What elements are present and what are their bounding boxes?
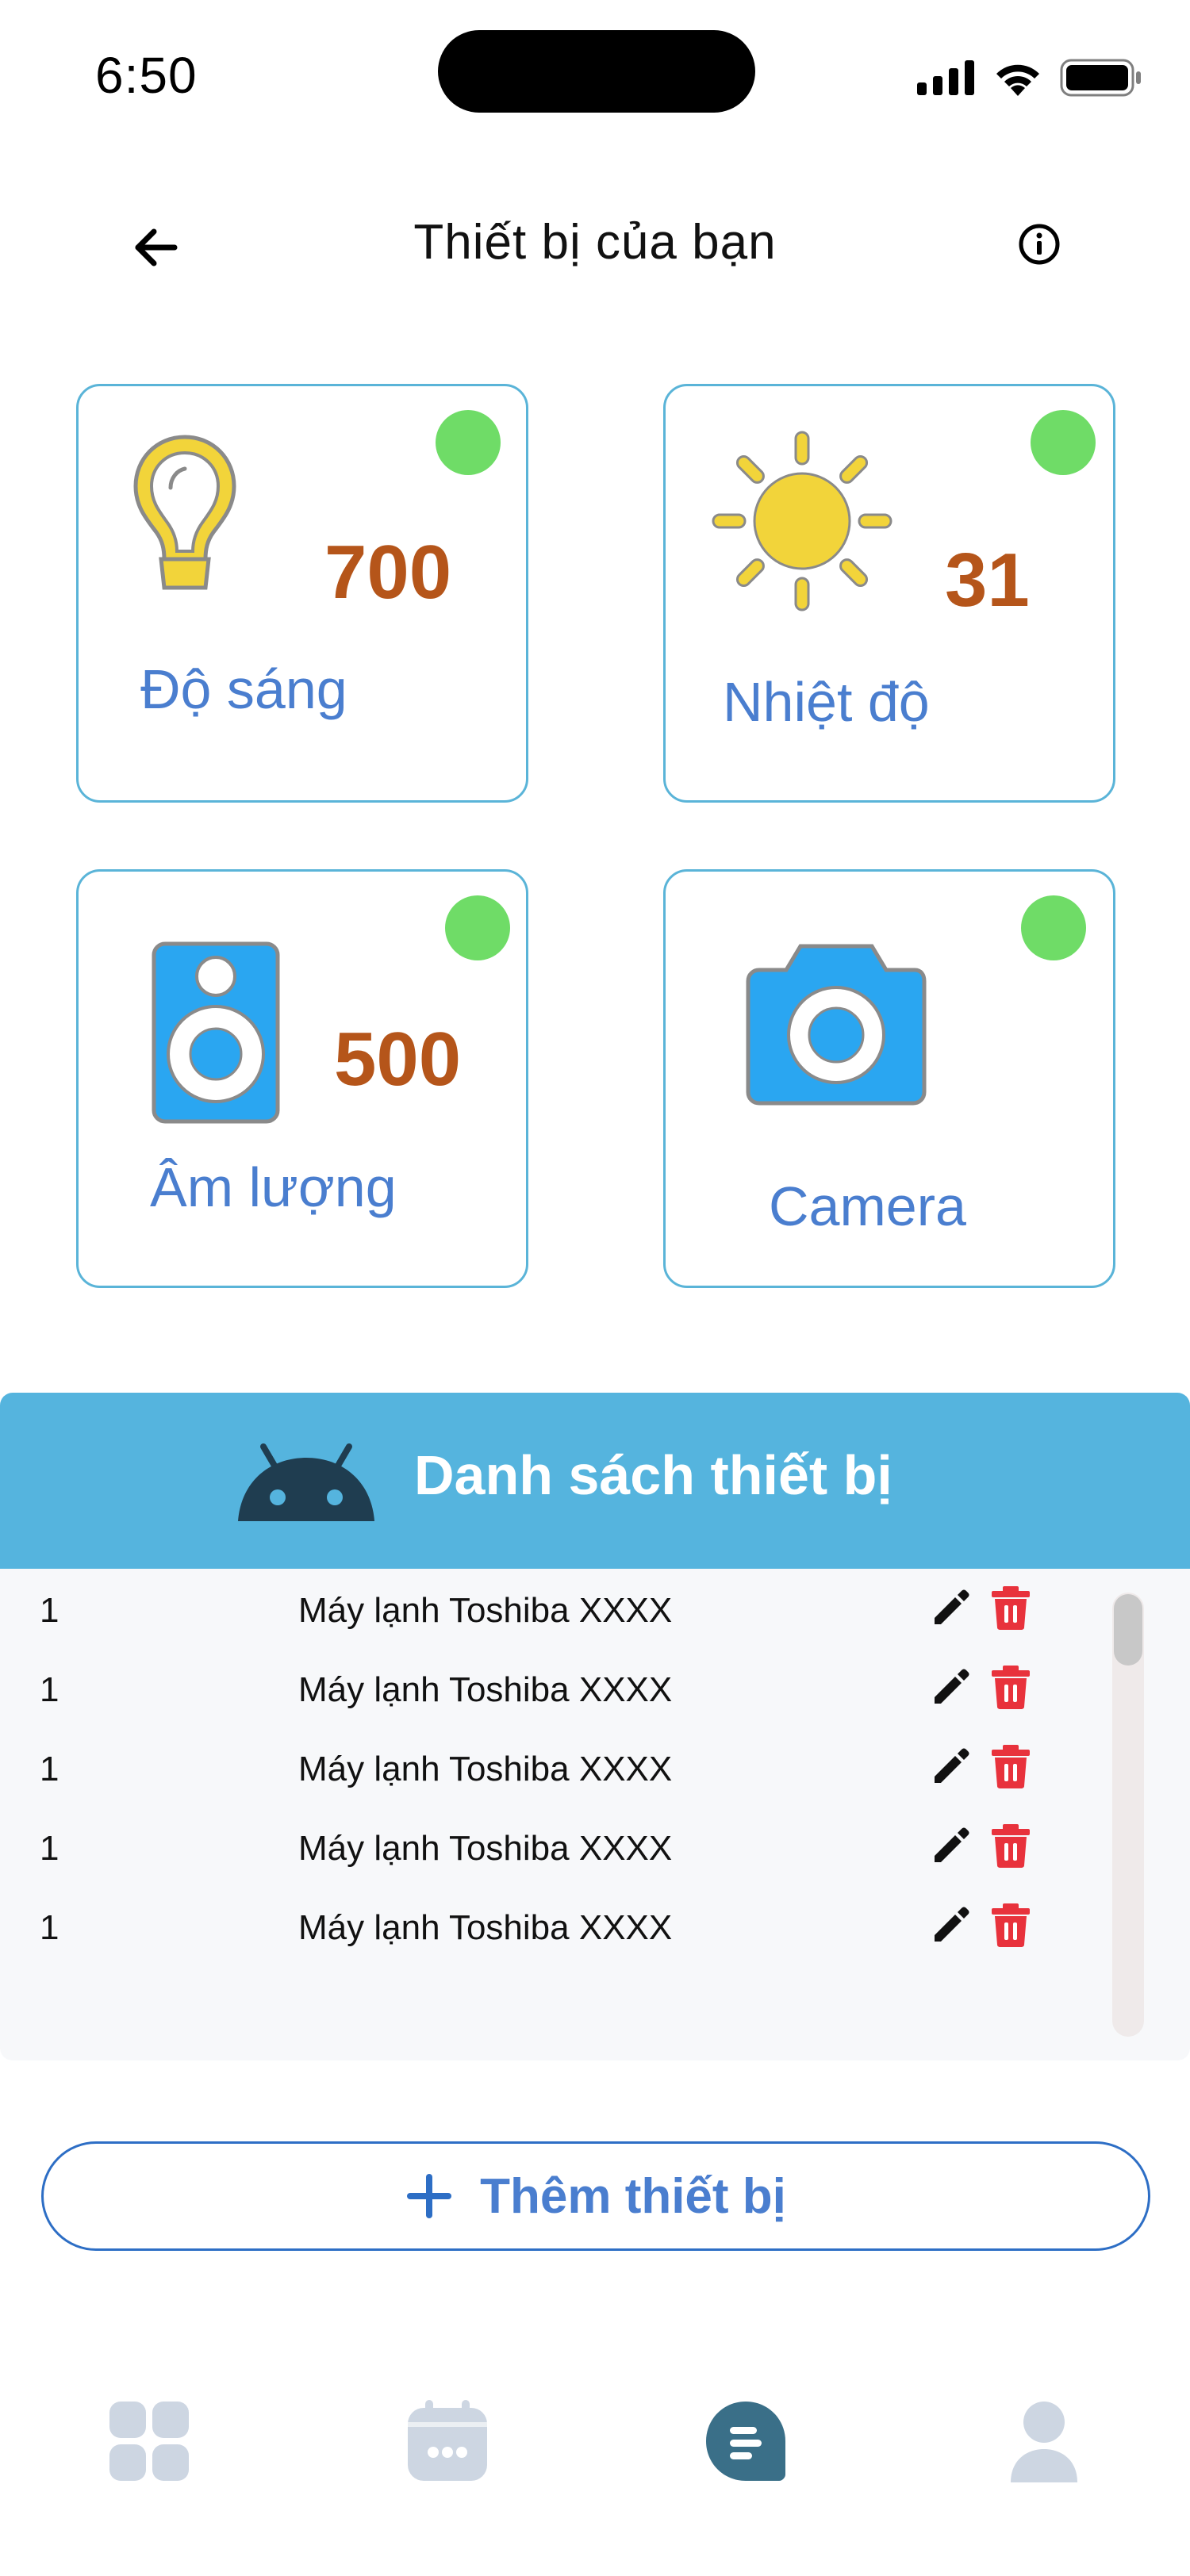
calendar-icon: [408, 2400, 487, 2481]
device-list: 1 Máy lạnh Toshiba XXXX 1 Máy lạnh Toshi…: [0, 1569, 1190, 2060]
row-device-name: Máy lạnh Toshiba XXXX: [298, 1670, 673, 1709]
device-label: Camera: [769, 1175, 966, 1237]
sun-icon: [712, 431, 892, 611]
device-label: Độ sáng: [140, 658, 347, 720]
battery-icon: [1060, 59, 1141, 97]
device-card-volume[interactable]: 500 Âm lượng: [76, 869, 528, 1288]
row-number: 1: [40, 1591, 60, 1630]
info-icon: [1019, 224, 1060, 265]
scrollbar-thumb[interactable]: [1114, 1594, 1142, 1666]
add-device-button[interactable]: Thêm thiết bị: [41, 2141, 1150, 2251]
device-value: 700: [324, 530, 452, 615]
status-dot: [1031, 410, 1096, 475]
pencil-icon[interactable]: [928, 1824, 973, 1869]
row-number: 1: [40, 1908, 60, 1947]
device-list-header: Danh sách thiết bị: [0, 1393, 1190, 1569]
table-row: 1 Máy lạnh Toshiba XXXX: [0, 1569, 1190, 1648]
device-card-camera[interactable]: Camera: [663, 869, 1115, 1288]
status-dot: [1021, 895, 1086, 960]
chat-icon: [706, 2402, 785, 2481]
plus-icon: [407, 2174, 452, 2218]
pencil-icon[interactable]: [928, 1666, 973, 1710]
table-row: 1 Máy lạnh Toshiba XXXX: [0, 1648, 1190, 1727]
device-label: Nhiệt độ: [723, 671, 930, 733]
camera-icon: [746, 944, 927, 1106]
device-card-brightness[interactable]: 700 Độ sáng: [76, 384, 528, 803]
page-title: Thiết bị của bạn: [413, 215, 777, 270]
lightbulb-icon: [133, 435, 236, 590]
row-number: 1: [40, 1750, 60, 1788]
wifi-icon: [996, 64, 1039, 96]
android-icon: [238, 1443, 374, 1521]
user-icon: [1011, 2402, 1077, 2482]
speaker-icon: [152, 941, 280, 1124]
device-list-title: Danh sách thiết bị: [414, 1444, 892, 1506]
add-device-label: Thêm thiết bị: [480, 2168, 786, 2224]
pencil-icon[interactable]: [928, 1745, 973, 1789]
trash-icon[interactable]: [988, 1902, 1033, 1948]
pencil-icon[interactable]: [928, 1586, 973, 1631]
row-device-name: Máy lạnh Toshiba XXXX: [298, 1908, 673, 1947]
device-card-temperature[interactable]: 31 Nhiệt độ: [663, 384, 1115, 803]
nav-calendar[interactable]: [406, 2400, 489, 2482]
signal-icon: [917, 60, 974, 95]
pencil-icon[interactable]: [928, 1903, 973, 1948]
row-device-name: Máy lạnh Toshiba XXXX: [298, 1829, 673, 1868]
status-time: 6:50: [95, 47, 198, 104]
status-dot: [436, 410, 501, 475]
table-row: 1 Máy lạnh Toshiba XXXX: [0, 1886, 1190, 1965]
info-button[interactable]: [1015, 220, 1063, 268]
row-device-name: Máy lạnh Toshiba XXXX: [298, 1591, 673, 1630]
dynamic-island: [438, 30, 755, 113]
nav-profile[interactable]: [1003, 2400, 1085, 2482]
table-row: 1 Máy lạnh Toshiba XXXX: [0, 1807, 1190, 1886]
status-icons: [917, 56, 1142, 100]
trash-icon[interactable]: [988, 1823, 1033, 1869]
table-row: 1 Máy lạnh Toshiba XXXX: [0, 1727, 1190, 1807]
nav-dashboard[interactable]: [108, 2400, 190, 2482]
grid-icon: [109, 2402, 189, 2481]
device-value: 31: [945, 538, 1030, 623]
trash-icon[interactable]: [988, 1743, 1033, 1789]
row-device-name: Máy lạnh Toshiba XXXX: [298, 1750, 673, 1788]
trash-icon[interactable]: [988, 1585, 1033, 1631]
device-label: Âm lượng: [150, 1156, 397, 1218]
status-dot: [445, 895, 510, 960]
trash-icon[interactable]: [988, 1664, 1033, 1710]
nav-messages[interactable]: [704, 2400, 787, 2482]
device-value: 500: [334, 1017, 462, 1102]
row-number: 1: [40, 1670, 60, 1709]
row-number: 1: [40, 1829, 60, 1868]
